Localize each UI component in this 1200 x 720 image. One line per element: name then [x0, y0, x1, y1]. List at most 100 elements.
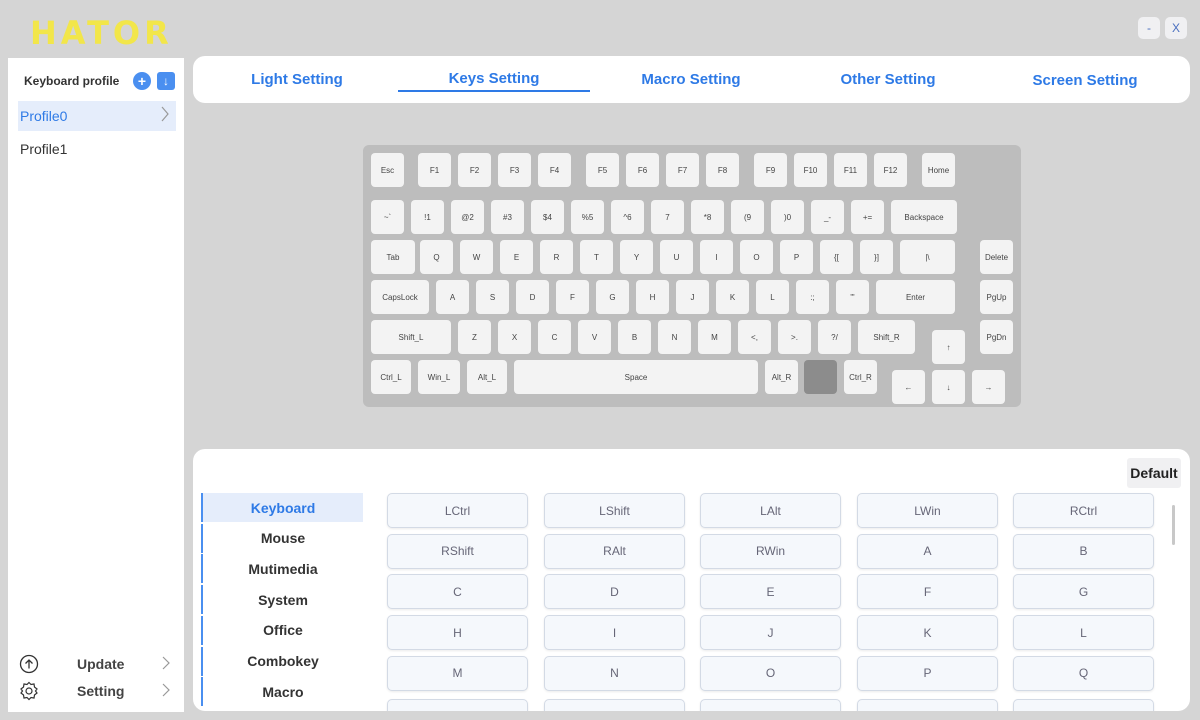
key-option-p[interactable]: P	[857, 655, 998, 691]
category-system[interactable]: System	[201, 585, 363, 615]
key-option-k[interactable]: K	[857, 615, 998, 651]
key-option-o[interactable]: O	[700, 655, 841, 691]
key-f7[interactable]: F7	[666, 153, 699, 187]
key-symbol[interactable]: <,	[738, 320, 771, 354]
key-capslock[interactable]: CapsLock	[371, 280, 429, 314]
key-d[interactable]: D	[516, 280, 549, 314]
key-option-l[interactable]: L	[1013, 615, 1154, 651]
update-button[interactable]: Update	[18, 652, 178, 676]
profile-item-profile0[interactable]: Profile0	[18, 101, 176, 131]
key-f6[interactable]: F6	[626, 153, 659, 187]
tab-keys-setting[interactable]: Keys Setting	[424, 70, 564, 87]
key-option-n[interactable]: N	[544, 655, 685, 691]
key-symbol[interactable]: "'	[836, 280, 869, 314]
key-option-partial[interactable]	[1013, 699, 1154, 711]
key-f10[interactable]: F10	[794, 153, 827, 187]
key-space[interactable]: Space	[514, 360, 758, 394]
key-option-m[interactable]: M	[387, 655, 528, 691]
key-i[interactable]: I	[700, 240, 733, 274]
category-mouse[interactable]: Mouse	[201, 523, 363, 553]
key-option-g[interactable]: G	[1013, 574, 1154, 610]
key-option-e[interactable]: E	[700, 574, 841, 610]
key-enter[interactable]: Enter	[876, 280, 955, 314]
key-f[interactable]: F	[556, 280, 589, 314]
key-symbol[interactable]: ?/	[818, 320, 851, 354]
key-g[interactable]: G	[596, 280, 629, 314]
key-f2[interactable]: F2	[458, 153, 491, 187]
key-s[interactable]: S	[476, 280, 509, 314]
key-option-lctrl[interactable]: LCtrl	[387, 493, 528, 528]
key-u[interactable]: U	[660, 240, 693, 274]
key-pgdn[interactable]: PgDn	[980, 320, 1013, 354]
key-v[interactable]: V	[578, 320, 611, 354]
key-2[interactable]: @2	[451, 200, 484, 234]
key-f12[interactable]: F12	[874, 153, 907, 187]
tab-macro-setting[interactable]: Macro Setting	[621, 71, 761, 88]
key-k[interactable]: K	[716, 280, 749, 314]
key-6[interactable]: ^6	[611, 200, 644, 234]
key-l[interactable]: L	[756, 280, 789, 314]
key-option-b[interactable]: B	[1013, 533, 1154, 569]
key-c[interactable]: C	[538, 320, 571, 354]
key-z[interactable]: Z	[458, 320, 491, 354]
key-8[interactable]: *8	[691, 200, 724, 234]
key-f1[interactable]: F1	[418, 153, 451, 187]
key-y[interactable]: Y	[620, 240, 653, 274]
key-option-a[interactable]: A	[857, 533, 998, 569]
key-symbol[interactable]: ←	[892, 370, 925, 404]
key-option-partial[interactable]	[700, 699, 841, 711]
key-option-q[interactable]: Q	[1013, 655, 1154, 691]
key-option-rwin[interactable]: RWin	[700, 533, 841, 569]
key-option-d[interactable]: D	[544, 574, 685, 610]
key-symbol[interactable]: {[	[820, 240, 853, 274]
setting-button[interactable]: Setting	[18, 679, 178, 703]
default-button[interactable]: Default	[1127, 458, 1181, 488]
key-symbol[interactable]: +=	[851, 200, 884, 234]
key-ctrl-r[interactable]: Ctrl_R	[844, 360, 877, 394]
key-fn[interactable]: Fn	[804, 360, 837, 394]
key-option-j[interactable]: J	[700, 615, 841, 651]
key-symbol[interactable]: |\	[900, 240, 955, 274]
key-shift-l[interactable]: Shift_L	[371, 320, 451, 354]
key-symbol[interactable]: :;	[796, 280, 829, 314]
key-f5[interactable]: F5	[586, 153, 619, 187]
key-option-h[interactable]: H	[387, 615, 528, 651]
add-profile-button[interactable]: +	[133, 72, 151, 90]
key-7[interactable]: 7	[651, 200, 684, 234]
key-b[interactable]: B	[618, 320, 651, 354]
key-f4[interactable]: F4	[538, 153, 571, 187]
minimize-button[interactable]: -	[1138, 17, 1160, 39]
key-f11[interactable]: F11	[834, 153, 867, 187]
category-keyboard[interactable]: Keyboard	[201, 493, 363, 522]
category-office[interactable]: Office	[201, 615, 363, 645]
key-1[interactable]: !1	[411, 200, 444, 234]
key-tab[interactable]: Tab	[371, 240, 415, 274]
key-symbol[interactable]: _-	[811, 200, 844, 234]
key-option-partial[interactable]	[387, 699, 528, 711]
key-option-ralt[interactable]: RAlt	[544, 533, 685, 569]
key-j[interactable]: J	[676, 280, 709, 314]
key-option-c[interactable]: C	[387, 574, 528, 610]
key-symbol[interactable]: ↑	[932, 330, 965, 364]
key-r[interactable]: R	[540, 240, 573, 274]
key-5[interactable]: %5	[571, 200, 604, 234]
key-x[interactable]: X	[498, 320, 531, 354]
key-n[interactable]: N	[658, 320, 691, 354]
key-option-rshift[interactable]: RShift	[387, 533, 528, 569]
key-option-i[interactable]: I	[544, 615, 685, 651]
key-symbol[interactable]: >.	[778, 320, 811, 354]
key-4[interactable]: $4	[531, 200, 564, 234]
key-symbol[interactable]: →	[972, 370, 1005, 404]
key-symbol[interactable]: ~`	[371, 200, 404, 234]
key-3[interactable]: #3	[491, 200, 524, 234]
key-f9[interactable]: F9	[754, 153, 787, 187]
key-delete[interactable]: Delete	[980, 240, 1013, 274]
key-option-partial[interactable]	[544, 699, 685, 711]
key-h[interactable]: H	[636, 280, 669, 314]
key-option-f[interactable]: F	[857, 574, 998, 610]
key-symbol[interactable]: ↓	[932, 370, 965, 404]
key-option-lshift[interactable]: LShift	[544, 493, 685, 528]
key-pgup[interactable]: PgUp	[980, 280, 1013, 314]
key-home[interactable]: Home	[922, 153, 955, 187]
key-0[interactable]: )0	[771, 200, 804, 234]
